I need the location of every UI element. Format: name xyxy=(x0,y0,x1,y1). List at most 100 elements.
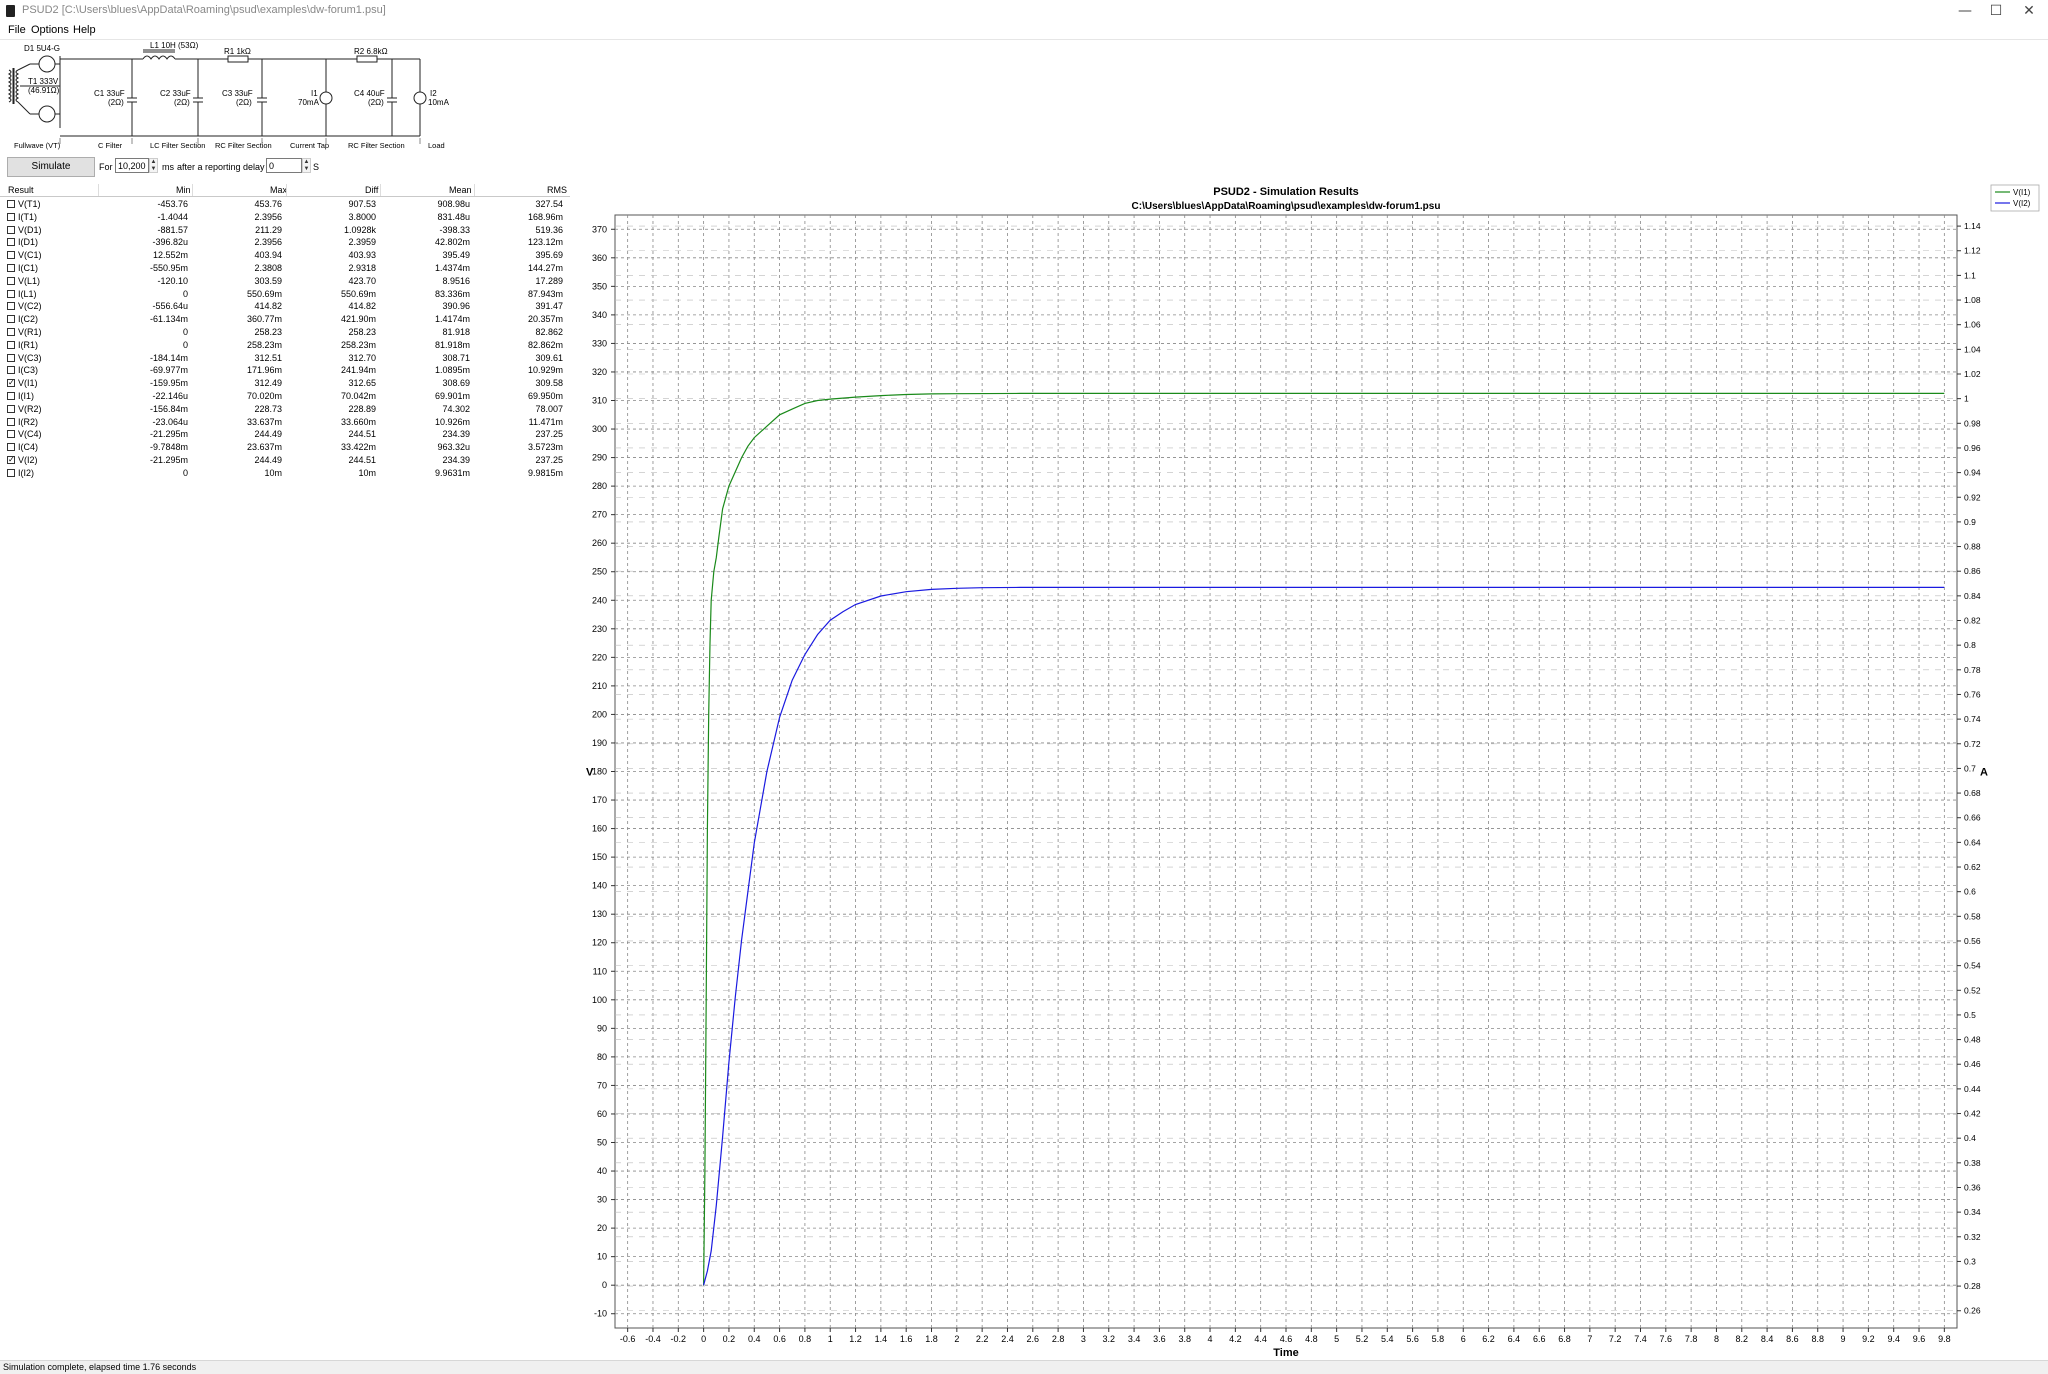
table-row[interactable]: V(R1) 0 258.23 258.23 81.918 82.862 xyxy=(0,326,570,339)
table-row[interactable]: I(C3) -69.977m 171.96m 241.94m 1.0895m 10.929… xyxy=(0,364,570,377)
table-row[interactable]: I(L1) 0 550.69m 550.69m 83.336m 87.943m xyxy=(0,288,570,301)
result-name: I(L1) xyxy=(18,288,37,299)
table-row[interactable]: V(L1) -120.10 303.59 423.70 8.9516 17.289 xyxy=(0,275,570,288)
row-checkbox[interactable] xyxy=(7,238,15,247)
y2-tick-label: 0.44 xyxy=(1964,1084,1981,1094)
y2-tick-label: 0.72 xyxy=(1964,739,1981,749)
table-row[interactable]: I(R1) 0 258.23m 258.23m 81.918m 82.862m xyxy=(0,339,570,352)
result-diff: 258.23 xyxy=(348,327,376,337)
result-mean: 69.901m xyxy=(434,391,470,401)
result-max: 360.77m xyxy=(246,314,282,325)
delay-input[interactable]: 0 xyxy=(266,158,302,173)
result-diff: 244.51 xyxy=(348,455,376,465)
table-row[interactable]: I(C1) -550.95m 2.3808 2.9318 1.4374m 144.27m xyxy=(0,262,570,275)
table-row[interactable]: V(C3) -184.14m 312.51 312.70 308.71 309.61 xyxy=(0,352,570,365)
result-name: I(C1) xyxy=(18,263,38,273)
delay-spinner[interactable]: ▲ ▼ xyxy=(302,158,311,173)
result-diff: 70.042m xyxy=(340,391,376,401)
circuit-schematic[interactable]: D1 5U4-G T1 333V (46.91Ω) L1 10H (53Ω) R… xyxy=(0,40,580,152)
row-checkbox[interactable] xyxy=(7,302,15,311)
result-name: I(D1) xyxy=(18,237,38,248)
window-title: PSUD2 [C:\Users\blues\AppData\Roaming\ps… xyxy=(22,4,386,16)
table-row[interactable]: V(R2) -156.84m 228.73 228.89 74.302 78.007 xyxy=(0,403,570,416)
row-checkbox[interactable] xyxy=(7,353,15,362)
col-mean[interactable]: Mean xyxy=(449,185,472,195)
row-checkbox[interactable] xyxy=(7,264,15,272)
table-row[interactable]: I(I1) -22.146u 70.020m 70.042m 69.901m 69.950… xyxy=(0,390,570,403)
result-diff: 312.65 xyxy=(348,378,376,389)
table-row[interactable]: V(C2) -556.64u 414.82 414.82 390.96 391.47 xyxy=(0,300,570,313)
table-row[interactable]: V(C1) 12.552m 403.94 403.93 395.49 395.69 xyxy=(0,249,570,262)
row-checkbox[interactable] xyxy=(7,430,15,439)
table-row[interactable]: I(C4) -9.7848m 23.637m 33.422m 963.32u 3.5723… xyxy=(0,441,570,454)
row-checkbox[interactable]: ✓ xyxy=(7,379,15,388)
row-checkbox[interactable] xyxy=(7,443,15,452)
y2-tick-label: 0.4 xyxy=(1964,1133,1976,1143)
col-rms[interactable]: RMS xyxy=(547,185,567,195)
row-checkbox[interactable] xyxy=(7,404,15,413)
result-rms: 82.862 xyxy=(535,327,563,337)
menu-help[interactable]: Help xyxy=(73,24,96,36)
col-result[interactable]: Result xyxy=(8,185,34,195)
table-row[interactable]: I(T1) -1.4044 2.3956 3.8000 831.48u 168.96m xyxy=(0,211,570,224)
menu-options[interactable]: Options xyxy=(31,24,69,36)
col-max[interactable]: Max xyxy=(270,185,287,195)
row-checkbox[interactable] xyxy=(7,289,15,298)
table-row[interactable]: V(T1) -453.76 453.76 907.53 908.98u 327.54 xyxy=(0,198,570,211)
y2-tick-label: 1.1 xyxy=(1964,270,1976,280)
result-mean: 8.9516 xyxy=(442,275,470,286)
legend-label: V(I1) xyxy=(2013,188,2031,197)
row-checkbox[interactable] xyxy=(7,200,15,208)
result-rms: 20.357m xyxy=(527,314,563,325)
section-lc-filter: LC Filter Section xyxy=(150,141,205,150)
col-min[interactable]: Min xyxy=(176,185,191,195)
table-row[interactable]: I(C2) -61.134m 360.77m 421.90m 1.4174m 20.357… xyxy=(0,313,570,326)
row-checkbox[interactable] xyxy=(7,251,15,260)
row-checkbox[interactable] xyxy=(7,340,15,349)
close-button[interactable]: ✕ xyxy=(2014,0,2044,22)
col-diff[interactable]: Diff xyxy=(365,185,378,195)
x-tick-label: 4.4 xyxy=(1254,1334,1267,1344)
result-mean: 395.49 xyxy=(442,250,470,261)
result-name: I(R1) xyxy=(18,339,38,350)
minimize-button[interactable]: — xyxy=(1950,0,1980,22)
row-checkbox[interactable] xyxy=(7,468,15,477)
simulate-button[interactable]: Simulate xyxy=(7,157,95,177)
result-mean: 308.71 xyxy=(442,352,470,363)
maximize-button[interactable]: ☐ xyxy=(1981,0,2011,22)
section-current-tap: Current Tap xyxy=(290,141,329,150)
s-label: S xyxy=(313,162,320,172)
result-min: -881.57 xyxy=(157,224,188,235)
result-mean: 74.302 xyxy=(442,403,470,414)
row-checkbox[interactable] xyxy=(7,276,15,285)
table-row[interactable]: I(R2) -23.064u 33.637m 33.660m 10.926m 11.471… xyxy=(0,416,570,429)
duration-spinner[interactable]: ▲ ▼ xyxy=(149,158,158,173)
row-checkbox[interactable] xyxy=(7,417,15,426)
chart-title: PSUD2 - Simulation Results xyxy=(1213,186,1358,198)
row-checkbox[interactable]: ✓ xyxy=(7,456,15,464)
result-max: 33.637m xyxy=(246,416,282,427)
x-tick-label: 7.8 xyxy=(1685,1334,1698,1344)
table-row[interactable]: V(C4) -21.295m 244.49 244.51 234.39 237.25 xyxy=(0,428,570,441)
label-r1: R1 1kΩ xyxy=(224,47,251,56)
duration-input[interactable]: 10,200 xyxy=(115,158,149,173)
row-checkbox[interactable] xyxy=(7,392,15,400)
result-max: 550.69m xyxy=(246,288,282,299)
table-row[interactable]: V(D1) -881.57 211.29 1.0928k -398.33 519.36 xyxy=(0,224,570,237)
table-row[interactable]: I(I2) 0 10m 10m 9.9631m 9.9815m xyxy=(0,467,570,480)
result-mean: 831.48u xyxy=(437,211,470,222)
row-checkbox[interactable] xyxy=(7,315,15,324)
result-max: 171.96m xyxy=(246,365,282,376)
row-checkbox[interactable] xyxy=(7,225,15,234)
row-checkbox[interactable] xyxy=(7,328,15,336)
y-tick-label: 100 xyxy=(592,995,607,1005)
simulation-chart[interactable]: -0.6 -0.4 -0.2 0 0.2 0.4 0.6 0.8 1 1.2 1.4 1.6 1.8 2 2… xyxy=(580,180,2048,1360)
row-checkbox[interactable] xyxy=(7,212,15,221)
table-row[interactable]: ✓ V(I2) -21.295m 244.49 244.51 234.39 237.25 xyxy=(0,454,570,467)
menu-file[interactable]: File xyxy=(8,24,26,36)
table-row[interactable]: ✓ V(I1) -159.95m 312.49 312.65 308.69 309.58 xyxy=(0,377,570,390)
table-row[interactable]: I(D1) -396.82u 2.3956 2.3959 42.802m 123.12m xyxy=(0,236,570,249)
row-checkbox[interactable] xyxy=(7,366,15,375)
y-tick-label: 350 xyxy=(592,281,607,291)
result-max: 312.49 xyxy=(254,378,282,389)
